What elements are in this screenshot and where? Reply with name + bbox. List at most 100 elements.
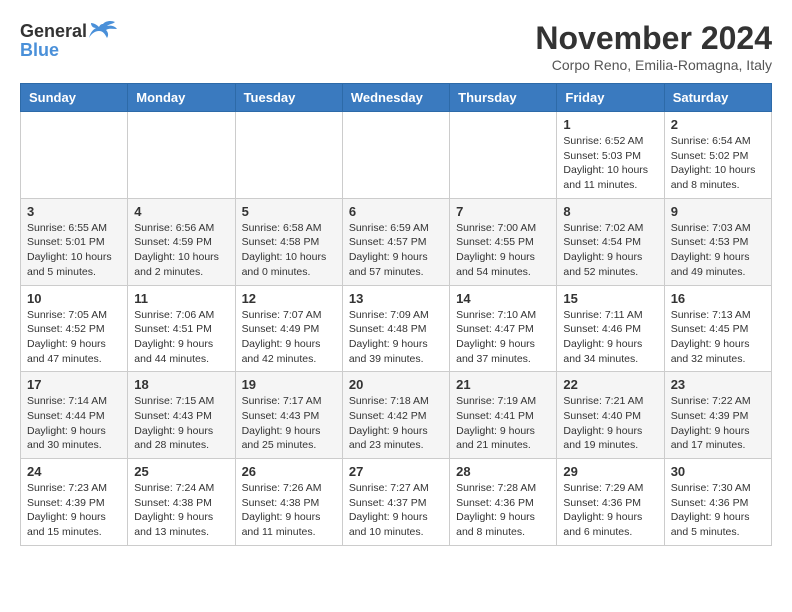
day-info: Sunrise: 7:19 AM Sunset: 4:41 PM Dayligh… (456, 394, 550, 453)
day-number: 23 (671, 377, 765, 392)
day-info: Sunrise: 7:06 AM Sunset: 4:51 PM Dayligh… (134, 308, 228, 367)
calendar-cell: 25 Sunrise: 7:24 AM Sunset: 4:38 PM Dayli… (128, 459, 235, 546)
day-number: 29 (563, 464, 657, 479)
logo-general-text: General (20, 21, 87, 42)
calendar-cell: 24 Sunrise: 7:23 AM Sunset: 4:39 PM Dayli… (21, 459, 128, 546)
calendar-cell: 7 Sunrise: 7:00 AM Sunset: 4:55 PM Daylig… (450, 198, 557, 285)
day-number: 2 (671, 117, 765, 132)
calendar-cell: 4 Sunrise: 6:56 AM Sunset: 4:59 PM Daylig… (128, 198, 235, 285)
location-subtitle: Corpo Reno, Emilia-Romagna, Italy (535, 57, 772, 73)
logo-bird-icon (89, 20, 117, 42)
calendar-week-row: 10Sunrise: 7:05 AM Sunset: 4:52 PM Dayli… (21, 285, 772, 372)
header: General Blue November 2024 Corpo Reno, E… (20, 20, 772, 73)
day-number: 30 (671, 464, 765, 479)
day-number: 28 (456, 464, 550, 479)
day-info: Sunrise: 7:26 AM Sunset: 4:38 PM Dayligh… (242, 481, 336, 540)
day-number: 13 (349, 291, 443, 306)
calendar-week-row: 3 Sunrise: 6:55 AM Sunset: 5:01 PM Daylig… (21, 198, 772, 285)
day-info: Sunrise: 7:21 AM Sunset: 4:40 PM Dayligh… (563, 394, 657, 453)
calendar-cell: 1 Sunrise: 6:52 AM Sunset: 5:03 PM Daylig… (557, 112, 664, 199)
day-info: Sunrise: 6:58 AM Sunset: 4:58 PM Dayligh… (242, 221, 336, 280)
day-info: Sunrise: 7:27 AM Sunset: 4:37 PM Dayligh… (349, 481, 443, 540)
calendar-cell: 27 Sunrise: 7:27 AM Sunset: 4:37 PM Dayli… (342, 459, 449, 546)
month-title: November 2024 (535, 20, 772, 57)
day-info: Sunrise: 7:24 AM Sunset: 4:38 PM Dayligh… (134, 481, 228, 540)
day-number: 18 (134, 377, 228, 392)
day-info: Sunrise: 7:18 AM Sunset: 4:42 PM Dayligh… (349, 394, 443, 453)
day-info: Sunrise: 7:23 AM Sunset: 4:39 PM Dayligh… (27, 481, 121, 540)
calendar-cell: 21 Sunrise: 7:19 AM Sunset: 4:41 PM Dayli… (450, 372, 557, 459)
day-info: Sunrise: 6:55 AM Sunset: 5:01 PM Dayligh… (27, 221, 121, 280)
title-area: November 2024 Corpo Reno, Emilia-Romagna… (535, 20, 772, 73)
calendar-cell: 3 Sunrise: 6:55 AM Sunset: 5:01 PM Daylig… (21, 198, 128, 285)
calendar-cell: 15 Sunrise: 7:11 AM Sunset: 4:46 PM Dayli… (557, 285, 664, 372)
calendar-header-wednesday: Wednesday (342, 84, 449, 112)
day-number: 20 (349, 377, 443, 392)
calendar-header-friday: Friday (557, 84, 664, 112)
calendar-cell: 18Sunrise: 7:15 AM Sunset: 4:43 PM Dayli… (128, 372, 235, 459)
calendar-cell: 9 Sunrise: 7:03 AM Sunset: 4:53 PM Daylig… (664, 198, 771, 285)
calendar-cell: 16 Sunrise: 7:13 AM Sunset: 4:45 PM Dayli… (664, 285, 771, 372)
calendar-cell: 8Sunrise: 7:02 AM Sunset: 4:54 PM Daylig… (557, 198, 664, 285)
calendar-cell: 13 Sunrise: 7:09 AM Sunset: 4:48 PM Dayli… (342, 285, 449, 372)
logo-blue-text: Blue (20, 40, 59, 61)
day-info: Sunrise: 6:56 AM Sunset: 4:59 PM Dayligh… (134, 221, 228, 280)
day-number: 16 (671, 291, 765, 306)
calendar-cell: 12 Sunrise: 7:07 AM Sunset: 4:49 PM Dayli… (235, 285, 342, 372)
day-number: 7 (456, 204, 550, 219)
calendar-header-thursday: Thursday (450, 84, 557, 112)
calendar-cell: 23Sunrise: 7:22 AM Sunset: 4:39 PM Dayli… (664, 372, 771, 459)
day-number: 3 (27, 204, 121, 219)
calendar-cell (235, 112, 342, 199)
calendar-cell: 5 Sunrise: 6:58 AM Sunset: 4:58 PM Daylig… (235, 198, 342, 285)
day-info: Sunrise: 6:59 AM Sunset: 4:57 PM Dayligh… (349, 221, 443, 280)
day-number: 6 (349, 204, 443, 219)
calendar-week-row: 1 Sunrise: 6:52 AM Sunset: 5:03 PM Daylig… (21, 112, 772, 199)
day-info: Sunrise: 7:13 AM Sunset: 4:45 PM Dayligh… (671, 308, 765, 367)
day-info: Sunrise: 6:54 AM Sunset: 5:02 PM Dayligh… (671, 134, 765, 193)
day-number: 17 (27, 377, 121, 392)
calendar-cell: 28Sunrise: 7:28 AM Sunset: 4:36 PM Dayli… (450, 459, 557, 546)
day-info: Sunrise: 7:00 AM Sunset: 4:55 PM Dayligh… (456, 221, 550, 280)
day-info: Sunrise: 7:09 AM Sunset: 4:48 PM Dayligh… (349, 308, 443, 367)
calendar-cell (450, 112, 557, 199)
day-info: Sunrise: 7:10 AM Sunset: 4:47 PM Dayligh… (456, 308, 550, 367)
calendar-cell: 29 Sunrise: 7:29 AM Sunset: 4:36 PM Dayli… (557, 459, 664, 546)
calendar-header-row: SundayMondayTuesdayWednesdayThursdayFrid… (21, 84, 772, 112)
day-number: 22 (563, 377, 657, 392)
day-info: Sunrise: 6:52 AM Sunset: 5:03 PM Dayligh… (563, 134, 657, 193)
calendar-cell (21, 112, 128, 199)
calendar-header-tuesday: Tuesday (235, 84, 342, 112)
day-number: 12 (242, 291, 336, 306)
calendar-cell: 20 Sunrise: 7:18 AM Sunset: 4:42 PM Dayli… (342, 372, 449, 459)
calendar-week-row: 24 Sunrise: 7:23 AM Sunset: 4:39 PM Dayli… (21, 459, 772, 546)
day-number: 27 (349, 464, 443, 479)
day-number: 1 (563, 117, 657, 132)
day-info: Sunrise: 7:07 AM Sunset: 4:49 PM Dayligh… (242, 308, 336, 367)
day-info: Sunrise: 7:11 AM Sunset: 4:46 PM Dayligh… (563, 308, 657, 367)
calendar-table: SundayMondayTuesdayWednesdayThursdayFrid… (20, 83, 772, 546)
day-number: 19 (242, 377, 336, 392)
day-info: Sunrise: 7:03 AM Sunset: 4:53 PM Dayligh… (671, 221, 765, 280)
day-number: 9 (671, 204, 765, 219)
day-info: Sunrise: 7:17 AM Sunset: 4:43 PM Dayligh… (242, 394, 336, 453)
calendar-cell: 6 Sunrise: 6:59 AM Sunset: 4:57 PM Daylig… (342, 198, 449, 285)
calendar-cell (342, 112, 449, 199)
calendar-header-monday: Monday (128, 84, 235, 112)
day-number: 14 (456, 291, 550, 306)
calendar-cell: 14 Sunrise: 7:10 AM Sunset: 4:47 PM Dayli… (450, 285, 557, 372)
day-number: 15 (563, 291, 657, 306)
day-number: 26 (242, 464, 336, 479)
day-number: 21 (456, 377, 550, 392)
day-info: Sunrise: 7:02 AM Sunset: 4:54 PM Dayligh… (563, 221, 657, 280)
calendar-cell: 22 Sunrise: 7:21 AM Sunset: 4:40 PM Dayli… (557, 372, 664, 459)
day-number: 5 (242, 204, 336, 219)
day-info: Sunrise: 7:29 AM Sunset: 4:36 PM Dayligh… (563, 481, 657, 540)
calendar-header-sunday: Sunday (21, 84, 128, 112)
day-number: 10 (27, 291, 121, 306)
day-number: 24 (27, 464, 121, 479)
day-info: Sunrise: 7:14 AM Sunset: 4:44 PM Dayligh… (27, 394, 121, 453)
day-number: 25 (134, 464, 228, 479)
day-number: 4 (134, 204, 228, 219)
calendar-cell (128, 112, 235, 199)
